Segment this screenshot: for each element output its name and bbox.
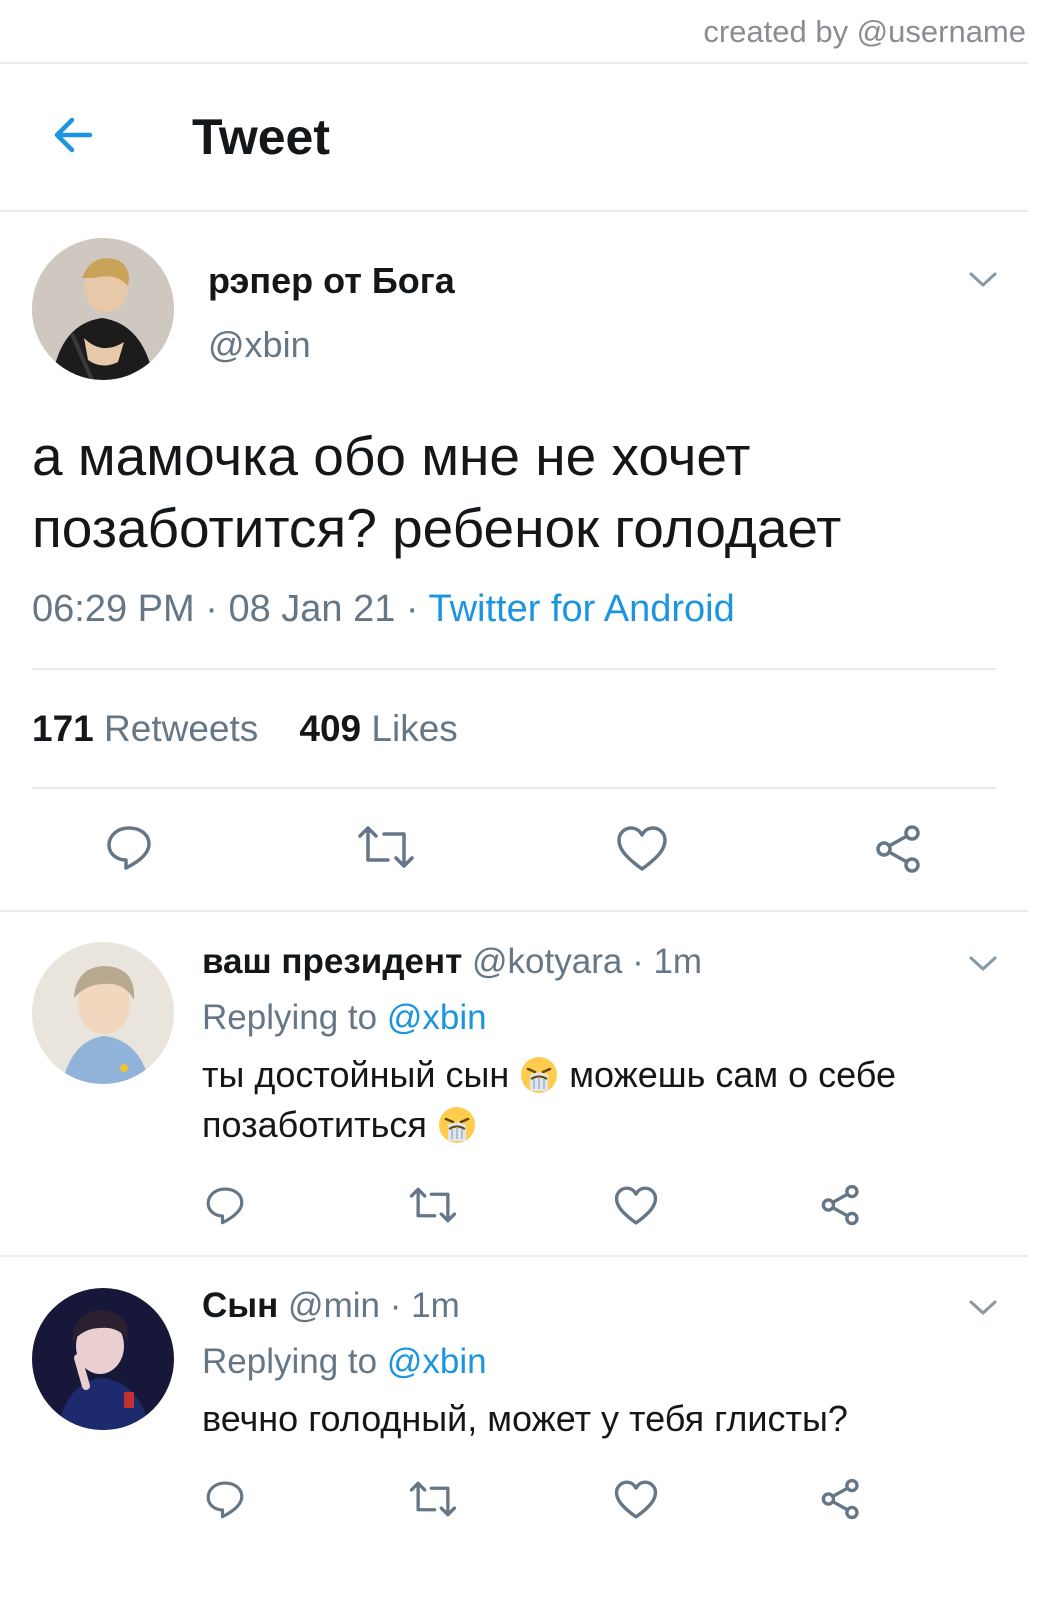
avatar[interactable] [32,1288,174,1430]
tweet-stats: 171 Retweets 409 Likes [32,708,458,750]
reply-header: ваш президент @kotyara · 1m [202,942,702,982]
reply-display-name[interactable]: ваш президент [202,942,462,981]
divider [0,910,1028,912]
avatar[interactable] [32,238,174,380]
top-bar: Tweet [0,66,1028,210]
arrow-left-icon[interactable] [48,110,98,160]
retweet-icon [409,1481,457,1517]
reply-time: 1m [411,1286,460,1325]
like-button[interactable] [614,1480,658,1520]
retweet-button[interactable] [356,824,416,870]
heart-icon [614,1480,658,1519]
reply-handle[interactable]: @min [288,1286,380,1325]
separator: · [405,588,419,630]
retweet-icon [409,1187,457,1223]
share-icon [821,1184,859,1226]
likes-stat[interactable]: 409 Likes [299,708,457,749]
reply-icon [206,1187,244,1225]
separator: · [205,588,218,630]
reply-button[interactable] [104,822,154,872]
reply-handle[interactable]: @kotyara [472,942,622,981]
divider [0,1255,1028,1257]
reply-time: 1m [653,942,703,981]
heart-icon [614,1186,658,1225]
share-button[interactable] [820,1184,862,1226]
tweet-date: 08 Jan 21 [228,588,396,630]
reply-button[interactable] [204,1184,246,1226]
chevron-down-icon[interactable] [966,268,1000,292]
tweet-meta: 06:29 PM · 08 Jan 21 · Twitter for Andro… [32,588,735,631]
share-icon [821,1478,859,1520]
replying-to: Replying to @xbin [202,998,487,1038]
retweet-icon [358,826,414,868]
retweets-count: 171 [32,708,94,749]
page-title: Tweet [192,109,330,165]
retweet-button[interactable] [408,1186,458,1224]
avatar[interactable] [32,942,174,1084]
divider [32,668,996,670]
tweet-source-link[interactable]: Twitter for Android [428,588,734,630]
retweet-button[interactable] [408,1480,458,1518]
replying-label: Replying to [202,998,378,1037]
replying-handle-link[interactable]: @xbin [387,998,487,1037]
like-button[interactable] [614,1186,658,1226]
reply-text-part1: ты достойный сын [202,1054,510,1095]
divider [32,787,996,789]
share-icon [876,825,920,873]
divider [0,210,1028,212]
likes-label: Likes [371,708,458,749]
share-button[interactable] [820,1478,862,1520]
reply-icon [206,1481,244,1519]
author-handle[interactable]: @xbin [208,324,311,366]
reply-button[interactable] [204,1478,246,1520]
divider [0,62,1028,64]
tweet-time: 06:29 PM [32,588,195,630]
replying-label: Replying to [202,1342,378,1381]
separator: · [632,942,644,981]
likes-count: 409 [299,708,362,749]
reply-text: вечно голодный, может у тебя глисты? [202,1398,848,1439]
replying-to: Replying to @xbin [202,1342,487,1382]
heart-icon [617,826,667,871]
creator-credit: created by @username [703,14,1026,49]
chevron-down-icon[interactable] [966,952,1000,976]
share-button[interactable] [874,824,924,874]
retweets-stat[interactable]: 171 Retweets [32,708,258,749]
separator: · [389,1286,402,1325]
replying-handle-link[interactable]: @xbin [387,1342,487,1381]
crying-face-emoji-icon [438,1107,475,1143]
like-button[interactable] [616,826,668,872]
tweet-text: а мамочка обо мне не хочет позаботится? … [32,425,842,559]
reply-text: ты достойный сын можешь сам о себе позаб… [202,1050,1002,1150]
chevron-down-icon[interactable] [966,1296,1000,1320]
author-display-name[interactable]: рэпер от Бога [208,260,455,302]
crying-face-emoji-icon [521,1057,558,1093]
retweets-label: Retweets [104,708,259,749]
reply-icon [107,826,151,870]
reply-display-name[interactable]: Сын [202,1286,278,1325]
reply-header: Сын @min · 1m [202,1286,460,1326]
